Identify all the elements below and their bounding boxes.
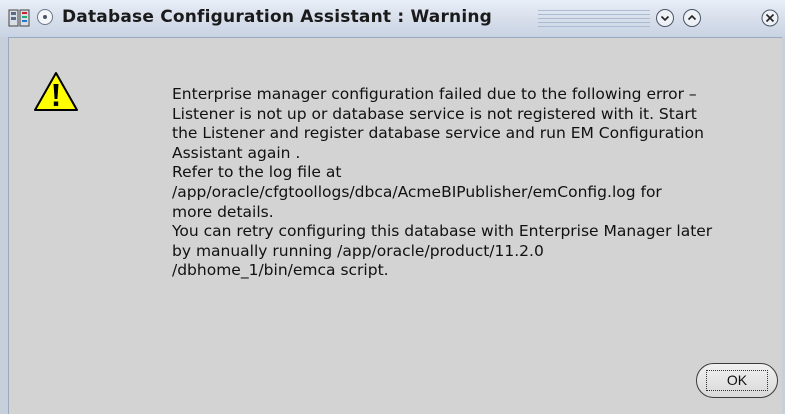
window-menu-icon[interactable]	[37, 9, 53, 25]
message-line: /dbhome_1/bin/emca script.	[172, 261, 389, 280]
minimize-icon[interactable]	[656, 9, 674, 27]
maximize-icon[interactable]	[683, 9, 701, 27]
database-app-icon[interactable]	[8, 8, 30, 28]
title-bar-grip	[538, 10, 650, 27]
close-icon[interactable]	[761, 9, 779, 27]
title-bar[interactable]: Database Configuration Assistant : Warni…	[0, 0, 785, 38]
message-line: You can retry configuring this database …	[172, 222, 713, 241]
dialog-body: Enterprise manager configuration failed …	[9, 38, 782, 414]
message-line: Refer to the log file at	[172, 163, 342, 182]
message-line: Enterprise manager configuration failed …	[172, 85, 697, 103]
window-frame-left	[0, 37, 9, 414]
message-line: Assistant again .	[172, 143, 301, 162]
ok-button-label: OK	[726, 372, 748, 388]
message-line: /app/oracle/cfgtoollogs/dbca/AcmeBIPubli…	[172, 182, 662, 201]
message-line: by manually running /app/oracle/product/…	[172, 241, 544, 260]
ok-button[interactable]: OK	[696, 363, 778, 398]
message-line: the Listener and register database servi…	[172, 124, 704, 143]
message-line: Listener is not up or database service i…	[172, 104, 697, 123]
warning-icon	[33, 71, 79, 113]
message-line: more details.	[172, 202, 274, 221]
warning-message: Enterprise manager configuration failed …	[172, 85, 782, 281]
window-title: Database Configuration Assistant : Warni…	[62, 7, 493, 27]
